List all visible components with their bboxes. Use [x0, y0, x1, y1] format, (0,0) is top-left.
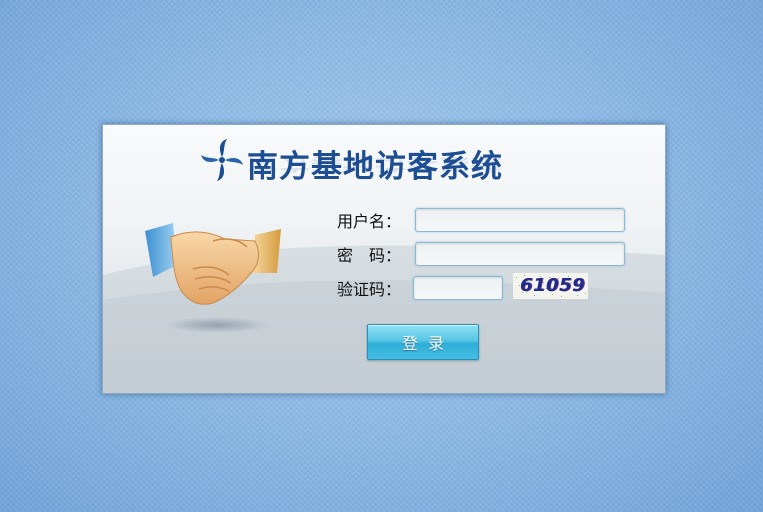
login-panel: 南方基地访客系统 南方基地访客系统 用户名： 密 码： 验证码： 61059 登… — [102, 124, 666, 394]
username-field[interactable] — [415, 208, 625, 232]
captcha-row: 验证码： 61059 — [333, 273, 633, 301]
app-title-reflection: 南方基地访客系统 — [247, 153, 503, 174]
captcha-image[interactable]: 61059 — [513, 273, 588, 299]
pinwheel-logo-icon — [201, 139, 243, 181]
captcha-field[interactable] — [413, 276, 503, 300]
password-row: 密 码： — [333, 239, 633, 267]
username-row: 用户名： — [333, 205, 633, 233]
app-header: 南方基地访客系统 南方基地访客系统 — [199, 135, 599, 195]
username-label: 用户名： — [337, 212, 402, 231]
captcha-label: 验证码： — [337, 280, 402, 299]
captcha-code: 61059 — [520, 275, 586, 296]
password-field[interactable] — [415, 242, 625, 266]
handshake-icon — [145, 223, 281, 333]
password-label: 密 码： — [337, 246, 402, 265]
login-button[interactable]: 登录 — [367, 324, 479, 360]
